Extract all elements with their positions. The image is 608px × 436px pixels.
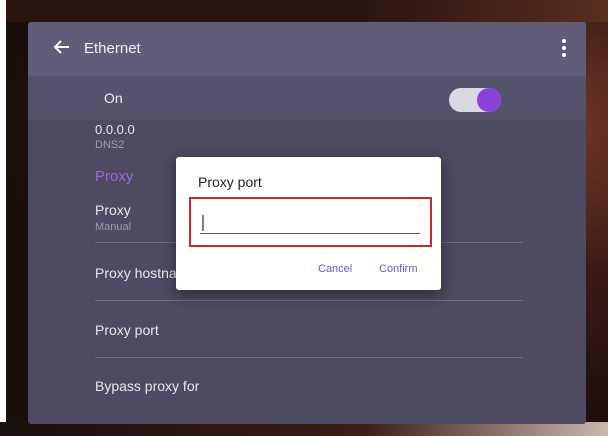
- ethernet-toggle[interactable]: [449, 88, 501, 112]
- divider: [95, 357, 523, 358]
- on-label: On: [104, 90, 123, 106]
- proxy-port-dialog: Proxy port Cancel Confirm: [176, 157, 441, 290]
- dialog-title: Proxy port: [198, 174, 262, 190]
- top-bar: Ethernet: [28, 22, 586, 76]
- input-highlight-box: [189, 197, 432, 247]
- toggle-knob: [477, 88, 501, 112]
- ethernet-on-row[interactable]: On: [28, 76, 586, 120]
- text-caret: [202, 215, 204, 231]
- background-left-edge: [0, 0, 6, 436]
- dns2-value: 0.0.0.0: [95, 122, 135, 137]
- proxy-item-label[interactable]: Proxy: [95, 202, 131, 218]
- more-vertical-icon[interactable]: [560, 36, 568, 60]
- confirm-button[interactable]: Confirm: [379, 263, 418, 275]
- proxy-port-item[interactable]: Proxy port: [95, 322, 159, 338]
- bypass-proxy-item[interactable]: Bypass proxy for: [95, 378, 199, 394]
- arrow-left-icon[interactable]: [52, 37, 72, 57]
- background-bottom: [0, 422, 608, 436]
- proxy-item-value: Manual: [95, 221, 132, 233]
- proxy-port-input[interactable]: [200, 210, 420, 234]
- cancel-button[interactable]: Cancel: [318, 263, 352, 275]
- background-top: [0, 0, 608, 22]
- page-title: Ethernet: [84, 40, 141, 57]
- proxy-section-header: Proxy: [95, 168, 134, 185]
- dns2-label: DNS2: [95, 139, 125, 151]
- divider: [95, 300, 523, 301]
